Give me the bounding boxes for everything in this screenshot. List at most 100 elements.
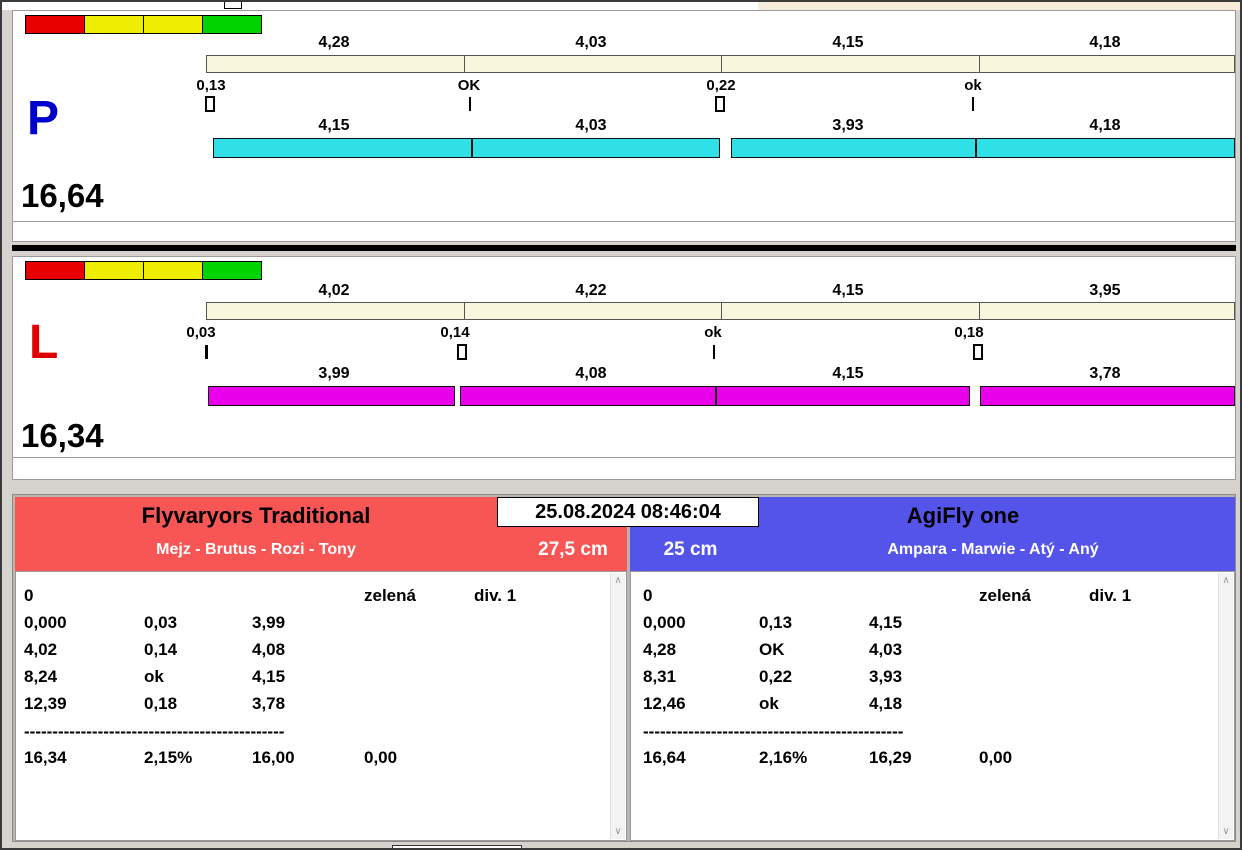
top-window-artifact [224, 2, 242, 9]
scroll-down-icon[interactable]: ∨ [1219, 826, 1233, 837]
lane-p-upper-time-3: 4,15 [832, 34, 864, 51]
left-results-scrollbar[interactable]: ∧ ∨ [610, 573, 625, 839]
traffic-light-green-cell [202, 261, 262, 280]
result-separator: ----------------------------------------… [24, 722, 285, 741]
bar-tick [979, 303, 980, 319]
traffic-light-red-cell [25, 261, 85, 280]
result-cell: 4,02 [24, 640, 58, 659]
lane-l-pass-label-4: 0,18 [954, 324, 984, 341]
left-team-name: Flyvaryors Traditional [141, 503, 371, 528]
result-cell: 16,29 [869, 748, 912, 767]
lane-l-lower-time-3: 4,15 [832, 365, 864, 382]
lane-p-lower-time-2: 4,03 [575, 117, 607, 134]
traffic-light-yellow-cell-1 [84, 15, 144, 34]
result-cell: div. 1 [474, 586, 517, 605]
lane-p-run-bar-1 [213, 138, 720, 158]
traffic-light-yellow-cell-1 [84, 261, 144, 280]
left-team-jump-height: 27,5 cm [538, 539, 608, 560]
lane-l-panel: L 4,02 4,22 4,15 3,95 0,03 0,14 ok 0,18 … [12, 256, 1236, 480]
result-cell: 0,14 [144, 640, 178, 659]
pass-marker-line [972, 97, 974, 111]
top-strip-segment [758, 2, 1240, 10]
lane-l-upper-time-2: 4,22 [575, 282, 607, 299]
left-team-members: Mejz - Brutus - Rozi - Tony [156, 541, 356, 558]
traffic-light-green-cell [202, 15, 262, 34]
result-cell: 8,24 [24, 667, 58, 686]
app-window: P 4,28 4,03 4,15 4,18 0,13 OK 0,22 ok 4,… [0, 0, 1242, 850]
scroll-up-icon[interactable]: ∧ [611, 575, 625, 586]
pass-marker-box [205, 96, 215, 112]
result-cell: 0 [643, 586, 653, 605]
result-cell: 16,34 [24, 748, 67, 767]
result-cell: 0,18 [144, 694, 178, 713]
pass-marker-box [973, 344, 983, 360]
pass-marker-line [713, 345, 715, 359]
lane-l-pass-label-1: 0,03 [186, 324, 216, 341]
result-cell: 0 [24, 586, 34, 605]
result-cell: 16,00 [252, 748, 295, 767]
result-cell: 12,46 [643, 694, 686, 713]
lane-p-pass-label-1: 0,13 [196, 77, 226, 94]
lane-p-upper-time-4: 4,18 [1089, 34, 1121, 51]
result-cell: 2,15% [144, 748, 193, 767]
bar-tick [464, 303, 465, 319]
lane-p-lower-time-3: 3,93 [832, 117, 864, 134]
result-cell: zelená [979, 586, 1031, 605]
result-cell: 4,08 [252, 640, 286, 659]
scroll-up-icon[interactable]: ∧ [1219, 575, 1233, 586]
pass-marker-line [469, 97, 471, 111]
lane-l-upper-time-1: 4,02 [318, 282, 350, 299]
result-cell: 0,22 [759, 667, 793, 686]
bar-tick [721, 303, 722, 319]
result-cell: 8,31 [643, 667, 677, 686]
scroll-down-icon[interactable]: ∨ [611, 826, 625, 837]
pass-marker-box [457, 344, 467, 360]
right-team-name: AgiFly one [906, 503, 1020, 528]
lane-l-letter: L [29, 316, 59, 369]
result-cell: 0,13 [759, 613, 793, 632]
result-cell: 4,03 [869, 640, 903, 659]
right-team-results: 0 zelená div. 1 0,000 0,13 4,15 4,28 OK … [630, 571, 1235, 841]
result-cell: 12,39 [24, 694, 67, 713]
result-cell: 16,64 [643, 748, 686, 767]
result-cell: 3,99 [252, 613, 286, 632]
traffic-light [25, 15, 262, 34]
right-team-members: Ampara - Marwie - Atý - Aný [887, 541, 1099, 558]
lane-p-lower-time-1: 4,15 [318, 117, 350, 134]
right-results-scrollbar[interactable]: ∧ ∨ [1218, 573, 1233, 839]
lane-p-panel: P 4,28 4,03 4,15 4,18 0,13 OK 0,22 ok 4,… [12, 10, 1236, 242]
datetime-display: 25.08.2024 08:46:04 [497, 497, 759, 527]
bar-tick [979, 56, 980, 72]
result-cell: 3,78 [252, 694, 286, 713]
result-cell: 3,93 [869, 667, 903, 686]
lane-l-total: 16,34 [21, 417, 104, 454]
lane-p-run-bar-2 [731, 138, 1235, 158]
result-cell: div. 1 [1089, 586, 1132, 605]
result-cell: 4,15 [869, 613, 903, 632]
result-cell: ok [759, 694, 779, 713]
pass-marker-line [205, 345, 208, 359]
result-cell: 0,00 [364, 748, 398, 767]
right-team-jump-height: 25 cm [663, 539, 718, 560]
lane-l-pass-label-3: ok [704, 324, 722, 341]
panel-inset-line [13, 457, 1235, 459]
lane-divider-bar [12, 245, 1236, 251]
lane-p-upper-time-2: 4,03 [575, 34, 607, 51]
lane-l-run-bar-2 [460, 386, 970, 406]
lane-l-run-bar-3 [980, 386, 1235, 406]
bottom-window-artifact [392, 845, 522, 848]
result-cell: 0,000 [24, 613, 67, 632]
lane-l-upper-bar [206, 302, 1235, 320]
result-cell: OK [759, 640, 785, 659]
result-cell: 0,03 [144, 613, 178, 632]
lane-l-lower-time-2: 4,08 [575, 365, 607, 382]
result-cell: ok [144, 667, 164, 686]
left-team-results: 0 zelená div. 1 0,000 0,03 3,99 4,02 0,1… [15, 571, 627, 841]
result-cell: 4,18 [869, 694, 903, 713]
result-cell: zelená [364, 586, 416, 605]
panel-inset-line [13, 221, 1235, 223]
result-cell: 0,000 [643, 613, 686, 632]
lane-l-run-bar-1 [208, 386, 455, 406]
result-cell: 2,16% [759, 748, 808, 767]
results-section: Flyvaryors Traditional Mejz - Brutus - R… [12, 494, 1236, 842]
